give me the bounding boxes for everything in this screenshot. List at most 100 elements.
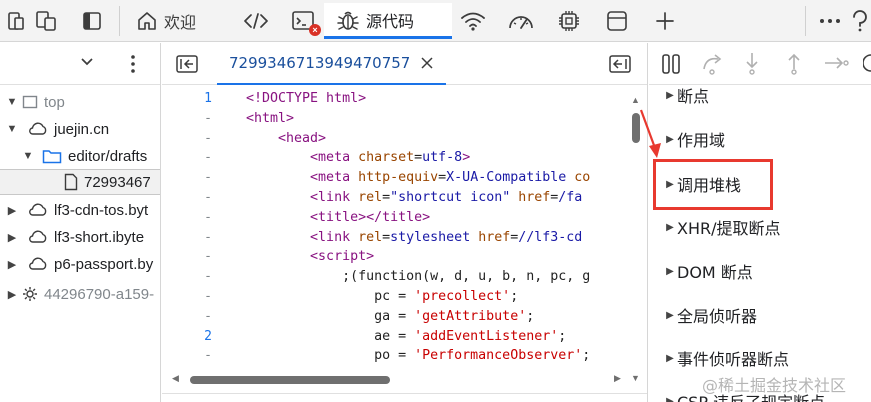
- caret-right-icon: ▶: [666, 133, 674, 145]
- code-line[interactable]: <meta charset=utf-8>: [246, 148, 636, 168]
- line-number[interactable]: 2: [162, 327, 222, 347]
- caret-right-icon[interactable]: ▶: [6, 204, 18, 217]
- code-line[interactable]: <link rel="shortcut icon" href=/fa: [246, 188, 636, 208]
- step-over-icon[interactable]: [701, 53, 725, 75]
- line-gutter[interactable]: 1-----------2-: [162, 89, 222, 366]
- line-number[interactable]: -: [162, 168, 222, 188]
- code-content[interactable]: <!DOCTYPE html> <html> <head> <meta chars…: [246, 89, 636, 366]
- step-into-icon[interactable]: [744, 51, 760, 75]
- tab-application[interactable]: [604, 7, 630, 35]
- caret-right-icon[interactable]: ▶: [6, 258, 18, 271]
- line-number[interactable]: -: [162, 129, 222, 149]
- tree-item-cdn[interactable]: ▶ lf3-cdn-tos.byt: [0, 197, 160, 223]
- section-label: 作用域: [677, 131, 726, 150]
- tree-item-short[interactable]: ▶ lf3-short.ibyte: [0, 224, 160, 250]
- tree-item-top[interactable]: ▼ top: [0, 89, 160, 115]
- tree-item-juejin[interactable]: ▼ juejin.cn: [0, 116, 160, 142]
- code-line[interactable]: <head>: [246, 129, 636, 149]
- code-line[interactable]: <link rel=stylesheet href=//lf3-cd: [246, 228, 636, 248]
- code-line[interactable]: <script>: [246, 247, 636, 267]
- code-token: >: [462, 150, 471, 166]
- section-event-listener-breakpoints[interactable]: ▶ 事件侦听器断点: [663, 346, 789, 370]
- inspect-device-icon[interactable]: [34, 7, 60, 35]
- code-token: =: [438, 170, 447, 186]
- scroll-right-icon[interactable]: ▶: [614, 373, 621, 384]
- more-vertical-icon[interactable]: [130, 54, 136, 74]
- tree-item-passport[interactable]: ▶ p6-passport.by: [0, 251, 160, 277]
- tree-item-extension[interactable]: ▶ 44296790-a159-: [0, 281, 160, 307]
- code-line[interactable]: <title></title>: [246, 208, 636, 228]
- section-label: 全局侦听器: [677, 307, 758, 326]
- deactivate-breakpoints-icon[interactable]: [863, 53, 871, 73]
- horizontal-scrollbar-thumb[interactable]: [190, 376, 390, 384]
- tab-welcome[interactable]: 欢迎: [136, 7, 208, 35]
- line-number[interactable]: -: [162, 228, 222, 248]
- tab-sources[interactable]: 源代码: [324, 3, 452, 39]
- code-token: ;: [558, 328, 567, 344]
- section-dom-breakpoints[interactable]: ▶ DOM 断点: [663, 259, 753, 283]
- more-tools-button[interactable]: [652, 7, 678, 35]
- code-token: utf-8: [422, 150, 463, 166]
- close-icon[interactable]: [420, 56, 434, 70]
- section-xhr-breakpoints[interactable]: ▶ XHR/提取断点: [663, 215, 780, 239]
- section-breakpoints[interactable]: ▶ 断点: [663, 83, 709, 107]
- line-number[interactable]: -: [162, 208, 222, 228]
- caret-down-icon[interactable]: ▼: [6, 123, 18, 135]
- code-token: =: [382, 189, 391, 205]
- code-token: ;: [510, 288, 519, 304]
- error-badge: ×: [309, 24, 321, 36]
- tab-network[interactable]: [460, 7, 486, 35]
- code-token: pc =: [246, 288, 415, 304]
- pause-icon[interactable]: [661, 53, 681, 75]
- dock-side-icon[interactable]: [80, 7, 104, 35]
- code-line[interactable]: po = 'PerformanceObserver';: [246, 346, 636, 366]
- editor-file-tab[interactable]: 7299346713949470757: [217, 43, 447, 85]
- code-line[interactable]: <html>: [246, 109, 636, 129]
- section-scope[interactable]: ▶ 作用域: [663, 127, 725, 151]
- toggle-navigator-icon[interactable]: [176, 55, 198, 73]
- help-button[interactable]: [850, 7, 870, 35]
- file-navigator: ▼ top ▼ juejin.cn ▼ editor/drafts 729934…: [0, 43, 161, 402]
- code-token: co: [574, 170, 591, 186]
- step-out-icon[interactable]: [786, 51, 802, 75]
- toggle-debugger-icon[interactable]: [609, 55, 631, 73]
- line-number[interactable]: -: [162, 148, 222, 168]
- line-number[interactable]: -: [162, 267, 222, 287]
- line-number[interactable]: 1: [162, 89, 222, 109]
- code-line[interactable]: <meta http-equiv=X-UA-Compatible co: [246, 168, 636, 188]
- vertical-scrollbar-thumb[interactable]: [632, 113, 640, 143]
- chevron-down-icon[interactable]: [80, 57, 94, 67]
- customize-menu-button[interactable]: [818, 7, 842, 35]
- line-number[interactable]: -: [162, 346, 222, 366]
- caret-down-icon[interactable]: ▼: [6, 96, 18, 108]
- caret-right-icon[interactable]: ▶: [6, 288, 18, 301]
- scroll-down-icon[interactable]: ▼: [631, 373, 640, 383]
- caret-right-icon: ▶: [666, 265, 674, 277]
- line-number[interactable]: -: [162, 307, 222, 327]
- more-horizontal-icon: [819, 18, 841, 24]
- tab-performance[interactable]: [507, 7, 535, 35]
- step-icon[interactable]: [823, 55, 849, 71]
- home-icon: [136, 10, 158, 32]
- code-line[interactable]: <!DOCTYPE html>: [246, 89, 636, 109]
- line-number[interactable]: -: [162, 287, 222, 307]
- tab-elements[interactable]: [242, 7, 270, 35]
- tree-item-folder[interactable]: ▼ editor/drafts: [0, 143, 160, 169]
- code-line[interactable]: ae = 'addEventListener';: [246, 327, 636, 347]
- code-line[interactable]: ;(function(w, d, u, b, n, pc, g: [246, 267, 636, 287]
- scroll-left-icon[interactable]: ◀: [172, 373, 179, 384]
- tab-memory[interactable]: [556, 7, 582, 35]
- caret-down-icon[interactable]: ▼: [22, 150, 34, 162]
- code-line[interactable]: ga = 'getAttribute';: [246, 307, 636, 327]
- device-toolbar-icon[interactable]: [6, 7, 26, 35]
- tree-item-file-selected[interactable]: 72993467: [0, 169, 160, 195]
- line-number[interactable]: -: [162, 109, 222, 129]
- scroll-up-icon[interactable]: ▲: [631, 95, 640, 105]
- code-line[interactable]: pc = 'precollect';: [246, 287, 636, 307]
- code-token: ;(function(w, d, u, b, n, pc, g: [246, 269, 591, 285]
- line-number[interactable]: -: [162, 188, 222, 208]
- section-global-listeners[interactable]: ▶ 全局侦听器: [663, 303, 757, 327]
- caret-right-icon[interactable]: ▶: [6, 231, 18, 244]
- line-number[interactable]: -: [162, 247, 222, 267]
